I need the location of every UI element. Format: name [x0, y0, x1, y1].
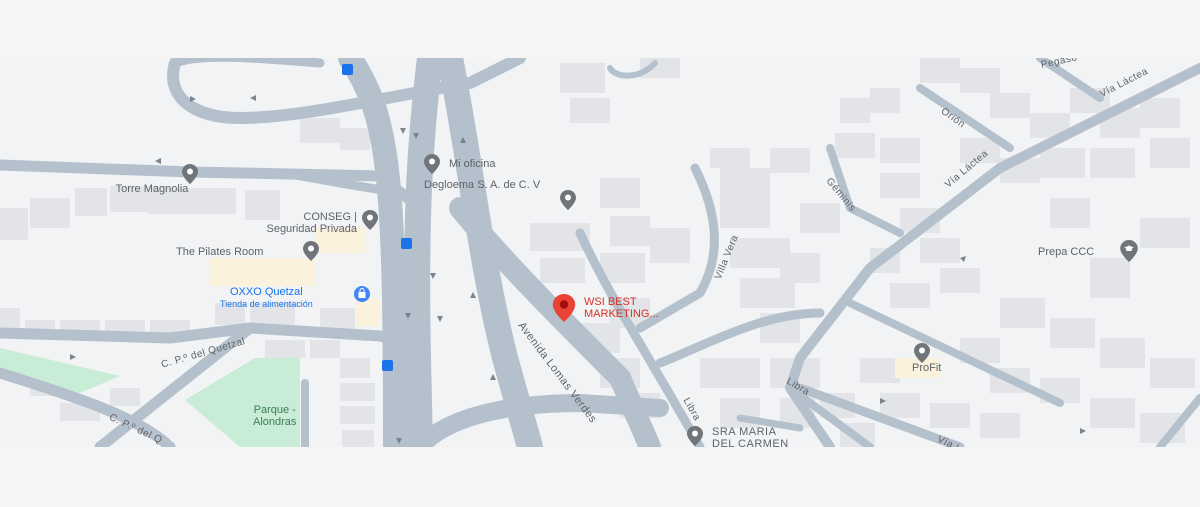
bus-stop-icon[interactable]	[342, 64, 353, 75]
gray-pin-icon[interactable]	[303, 241, 319, 261]
gray-pin-icon[interactable]	[687, 426, 703, 446]
place-label-pilates[interactable]: The Pilates Room	[176, 246, 263, 258]
gray-pin-icon[interactable]	[560, 190, 576, 210]
place-label-parque[interactable]: Parque - Alondras	[253, 404, 296, 428]
place-label-sra-maria-line1: SRA MARIA	[712, 426, 777, 438]
place-label-sra-maria[interactable]: SRA MARIA DEL CARMEN	[712, 426, 789, 447]
place-label-sra-maria-line2: DEL CARMEN	[712, 438, 789, 447]
place-label-oxxo[interactable]: OXXO Quetzal Tienda de alimentación	[220, 286, 313, 310]
place-label-parque-line1: Parque -	[253, 404, 296, 416]
gray-pin-icon[interactable]	[182, 164, 198, 184]
red-location-pin-icon[interactable]	[552, 294, 576, 322]
place-label-conseg-line1: CONSEG |	[303, 211, 357, 223]
place-label-degloema[interactable]: Degloema S. A. de C. V	[424, 179, 540, 191]
place-label-oxxo-name: OXXO Quetzal	[229, 286, 303, 298]
place-label-mi-oficina[interactable]: Mi oficina	[449, 158, 495, 170]
selected-place-label[interactable]: WSI BEST MARKETING...	[584, 296, 684, 320]
map-canvas[interactable]: Avenida Lomas Verdes C. P.º del Quetzal …	[0, 58, 1200, 447]
place-label-conseg-line2: Seguridad Privada	[266, 223, 357, 235]
gray-pin-icon[interactable]	[424, 154, 440, 174]
gray-pin-icon[interactable]	[362, 210, 378, 230]
gray-pin-icon[interactable]	[914, 343, 930, 363]
place-label-oxxo-subtitle: Tienda de alimentación	[220, 299, 313, 309]
place-label-torre-magnolia[interactable]: Torre Magnolia	[116, 183, 189, 195]
shopping-bag-icon[interactable]	[354, 286, 370, 302]
bus-stop-icon[interactable]	[382, 360, 393, 371]
place-label-parque-line2: Alondras	[253, 416, 297, 428]
place-label-conseg[interactable]: CONSEG | Seguridad Privada	[229, 211, 357, 235]
graduation-cap-icon[interactable]	[1120, 240, 1138, 262]
place-label-prepa[interactable]: Prepa CCC	[1038, 246, 1094, 258]
bus-stop-icon[interactable]	[401, 238, 412, 249]
place-label-profit[interactable]: ProFit	[912, 362, 941, 374]
